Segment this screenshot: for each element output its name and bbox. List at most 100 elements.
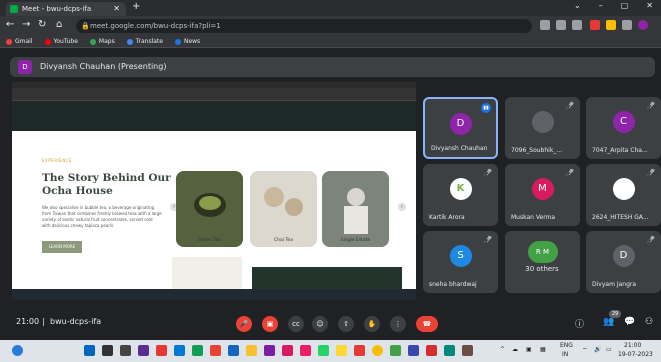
tab-search-icon[interactable]: ⌄: [574, 1, 581, 10]
bookmark-youtube[interactable]: YouTube: [44, 38, 78, 45]
new-tab-button[interactable]: +: [132, 1, 140, 12]
others-tile[interactable]: R M 30 others: [505, 231, 580, 293]
camera-off-button[interactable]: ▣: [262, 316, 278, 332]
meeting-code: bwu-dcps-ifa: [50, 317, 102, 326]
card-single-estate: Single Estate: [322, 171, 389, 247]
info-icon[interactable]: ⓘ: [575, 317, 584, 330]
app-icon[interactable]: [192, 345, 203, 356]
camera-icon[interactable]: [540, 20, 550, 30]
others-count: 30 others: [525, 265, 559, 273]
avatar: K: [449, 178, 472, 200]
participant-tile[interactable]: 🎤̸ K Kartik Arora: [423, 164, 498, 226]
reload-icon[interactable]: ↻: [38, 19, 46, 30]
tray-app-icon[interactable]: ▣: [526, 346, 532, 353]
card-caption: Green Tea: [198, 238, 221, 243]
separator: |: [42, 317, 45, 326]
presenting-label: Divyansh Chauhan (Presenting): [40, 62, 167, 71]
participant-tile[interactable]: 🎤̸ 7096_Soubhik_...: [505, 97, 580, 159]
mic-off-icon: 🎤̸: [646, 236, 655, 244]
sidebar-icon[interactable]: [622, 20, 632, 30]
participant-tile[interactable]: 🎤̸ C 7047_Arpita Cha...: [586, 97, 661, 159]
star-icon[interactable]: [572, 20, 582, 30]
start-icon[interactable]: [84, 345, 95, 356]
forward-icon[interactable]: →: [22, 19, 30, 30]
news-icon: [174, 38, 181, 45]
product-strip: [172, 257, 242, 289]
app-icon[interactable]: [462, 345, 473, 356]
home-icon[interactable]: ⌂: [56, 19, 62, 30]
app-icon[interactable]: [390, 345, 401, 356]
bookmark-gmail[interactable]: Gmail: [6, 38, 33, 45]
tea-cup-image: [176, 171, 243, 247]
shared-taskbar: [12, 289, 416, 300]
close-window-button[interactable]: ✕: [646, 1, 653, 10]
mic-off-icon: 🎤̸: [483, 169, 492, 177]
share-icon[interactable]: [556, 20, 566, 30]
close-tab-icon[interactable]: ✕: [113, 2, 120, 16]
mic-off-button[interactable]: 🎤: [236, 316, 252, 332]
avatar: D: [612, 245, 635, 267]
weather-icon[interactable]: [12, 345, 23, 356]
maximize-button[interactable]: ▢: [621, 1, 629, 10]
app-icon[interactable]: [426, 345, 437, 356]
app-icon[interactable]: [408, 345, 419, 356]
file-explorer-icon[interactable]: [246, 345, 257, 356]
app-icon[interactable]: [210, 345, 221, 356]
cloud-icon[interactable]: ☁: [512, 346, 518, 353]
participant-tile[interactable]: 🎤̸ S sneha bhardwaj: [423, 231, 498, 293]
search-icon[interactable]: [102, 345, 113, 356]
bookmark-maps[interactable]: Maps: [89, 38, 115, 45]
app-icon[interactable]: [156, 345, 167, 356]
teams-icon[interactable]: [138, 345, 149, 356]
participant-tile[interactable]: ▮▮ D Divyansh Chauhan: [423, 97, 498, 159]
whatsapp-icon[interactable]: [318, 345, 329, 356]
participant-tile[interactable]: 🎤̸ M Muskan Verma: [505, 164, 580, 226]
app-icon[interactable]: [282, 345, 293, 356]
chai-image: [250, 171, 317, 247]
extension-icon[interactable]: [590, 20, 600, 30]
present-button[interactable]: ⇧: [338, 316, 354, 332]
app-icon[interactable]: [354, 345, 365, 356]
edge-icon[interactable]: [174, 345, 185, 356]
taskbar-time[interactable]: 21:00: [624, 342, 641, 349]
window-controls: ⌄ – ▢ ✕: [574, 1, 653, 10]
app-icon[interactable]: [228, 345, 239, 356]
avatar: D: [449, 113, 472, 135]
end-call-button[interactable]: ☎: [416, 316, 438, 332]
app-icon[interactable]: [444, 345, 455, 356]
task-view-icon[interactable]: [120, 345, 131, 356]
address-bar[interactable]: 🔒 meet.google.com/bwu-dcps-ifa?pli=1: [76, 19, 532, 33]
avatar-stack: R M: [527, 241, 558, 263]
activities-icon[interactable]: ⚇: [645, 317, 653, 327]
wifi-icon[interactable]: ⌔: [582, 346, 588, 354]
language-indicator[interactable]: ENG: [560, 342, 573, 349]
bookmark-translate[interactable]: Translate: [126, 38, 163, 45]
participant-tile[interactable]: 🎤̸ D Divyam Jangra: [586, 231, 661, 293]
tray-app-icon[interactable]: ▦: [540, 346, 546, 353]
app-icon[interactable]: [336, 345, 347, 356]
extension-icon[interactable]: [606, 20, 616, 30]
captions-button[interactable]: cc: [288, 316, 304, 332]
participant-name: 7047_Arpita Cha...: [592, 147, 648, 154]
people-icon[interactable]: 👥: [603, 317, 614, 327]
chrome-icon[interactable]: [372, 345, 383, 356]
profile-avatar[interactable]: [638, 20, 648, 30]
participant-name: Divyansh Chauhan: [431, 145, 488, 152]
battery-icon[interactable]: ▭: [606, 346, 612, 353]
chat-icon[interactable]: 💬: [624, 317, 635, 327]
raise-hand-button[interactable]: ✋: [364, 316, 380, 332]
minimize-button[interactable]: –: [599, 1, 603, 10]
tray-expand-icon[interactable]: ^: [500, 346, 505, 353]
participant-tile[interactable]: 🎤̸ 2624_HITESH GA...: [586, 164, 661, 226]
app-icon[interactable]: [264, 345, 275, 356]
emoji-button[interactable]: ☺: [312, 316, 328, 332]
instagram-icon[interactable]: [300, 345, 311, 356]
mic-off-icon: 🎤̸: [565, 102, 574, 110]
back-icon[interactable]: ←: [6, 19, 14, 30]
browser-tab[interactable]: Meet - bwu-dcps-ifa ✕: [6, 2, 126, 16]
volume-icon[interactable]: 🔊: [594, 346, 601, 353]
bookmark-news[interactable]: News: [174, 38, 200, 45]
more-options-button[interactable]: ⋮: [390, 316, 406, 332]
url-text: meet.google.com/bwu-dcps-ifa?pli=1: [90, 22, 221, 30]
participant-name: sneha bhardwaj: [429, 281, 477, 288]
